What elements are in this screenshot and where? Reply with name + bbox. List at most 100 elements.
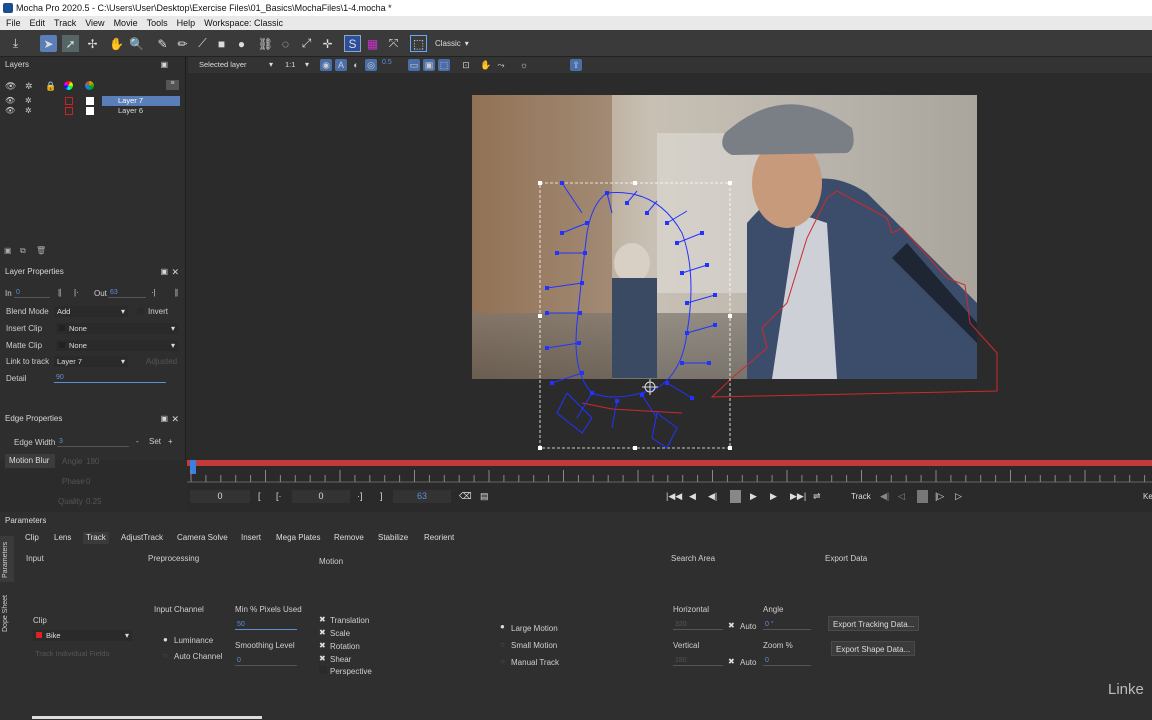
tab-lens[interactable]: Lens <box>51 532 74 544</box>
motion-blur-toggle[interactable]: Motion Blur <box>5 454 55 468</box>
pin-icon[interactable]: ▣ <box>160 265 168 279</box>
large-motion-radio[interactable]: ● <box>500 622 505 631</box>
angle-field[interactable]: 0 ° <box>763 620 811 630</box>
add-layer-icon[interactable]: ▣ <box>4 246 12 255</box>
ellipse-icon[interactable]: ● <box>233 35 250 52</box>
in-field[interactable]: 0 <box>14 288 50 298</box>
step-back-icon[interactable]: ◀| <box>708 490 717 503</box>
workspace-dropdown[interactable]: Classic ▾ <box>435 35 477 52</box>
tab-insert[interactable]: Insert <box>238 532 264 544</box>
tab-mega-plates[interactable]: Mega Plates <box>273 532 323 544</box>
set-in-icon[interactable]: |⎸ <box>58 288 68 298</box>
track-back-one-icon[interactable]: ◁ <box>898 490 905 503</box>
blend-mode-dropdown[interactable]: Add <box>54 306 128 317</box>
menu-edit[interactable]: Edit <box>30 16 46 30</box>
zoom-field[interactable]: 0 <box>763 656 811 666</box>
trash-icon[interactable]: ⌫ <box>459 490 472 503</box>
select-points-icon[interactable]: ➚ <box>62 35 79 52</box>
rotation-checkbox[interactable]: ✖ <box>319 641 326 650</box>
smoothing-field[interactable]: 0 <box>235 656 297 666</box>
in-frame-field[interactable]: 0 <box>292 490 350 503</box>
film-icon[interactable]: ▤ <box>480 490 489 503</box>
save-icon[interactable]: ⤓ <box>7 35 24 52</box>
layer-matte-icon[interactable] <box>65 97 73 105</box>
phase-value[interactable]: 0 <box>86 477 90 486</box>
tab-adjusttrack[interactable]: AdjustTrack <box>118 532 166 544</box>
goto-in-icon[interactable]: |· <box>74 288 79 297</box>
layer-menu-icon[interactable]: ≡ <box>166 80 179 90</box>
min-pixels-field[interactable]: 50 <box>235 620 297 630</box>
lock-icon[interactable]: 🔒 <box>45 81 56 92</box>
perspective-checkbox[interactable] <box>319 666 327 674</box>
current-frame-field[interactable]: 0 <box>190 490 250 503</box>
out-frame-field[interactable]: 63 <box>393 490 451 503</box>
track-backwards-icon[interactable]: ◀| <box>880 490 889 503</box>
layer-track-icon[interactable]: ✲ <box>25 96 32 105</box>
export-shape-data-button[interactable]: Export Shape Data... <box>831 641 916 656</box>
shear-checkbox[interactable]: ✖ <box>319 654 326 663</box>
tab-reorient[interactable]: Reorient <box>421 532 457 544</box>
goto-end-icon[interactable]: ▶▶| <box>790 490 806 503</box>
link-to-track-dropdown[interactable]: Layer 7 <box>54 356 128 367</box>
menu-help[interactable]: Help <box>177 16 196 30</box>
duplicate-layer-icon[interactable]: ⧉ <box>20 246 26 256</box>
invert-checkbox[interactable] <box>137 308 144 315</box>
track-individual-fields[interactable]: Track Individual Fields <box>35 649 109 658</box>
add-edge-icon[interactable]: ⟋ <box>194 35 211 52</box>
close-icon[interactable]: ✕ <box>171 412 179 426</box>
menu-track[interactable]: Track <box>54 16 76 30</box>
rgb-icon[interactable]: ◉ <box>320 59 332 71</box>
grid-icon[interactable]: ▦ <box>364 35 381 52</box>
view-mode-dropdown[interactable]: Selected layer <box>196 59 276 70</box>
bspline-pen-icon[interactable]: ✎ <box>154 35 171 52</box>
snapshot-icon[interactable]: ⇪ <box>570 59 582 71</box>
prev-frame-icon[interactable]: ◀ <box>689 490 696 503</box>
pin-icon[interactable]: ▣ <box>160 412 168 426</box>
detail-field[interactable]: 90 <box>54 373 166 383</box>
mattes-icon[interactable]: ◎ <box>365 59 377 71</box>
layer-row[interactable]: 👁 ✲ Layer 7 <box>0 96 182 106</box>
layer-track-icon[interactable]: ✲ <box>25 106 32 115</box>
delete-layer-icon[interactable]: 🗑 <box>36 246 46 255</box>
stop-icon[interactable] <box>730 490 741 503</box>
transform-icon[interactable]: ⤢ <box>298 35 315 52</box>
show-planar-icon[interactable]: ⬚ <box>438 59 450 71</box>
adjusted-label[interactable]: Adjusted <box>146 357 177 366</box>
clip-dropdown[interactable]: Bike <box>33 630 132 641</box>
goto-start-icon[interactable]: |◀◀ <box>666 490 682 503</box>
zoom-dropdown[interactable]: 1:1 <box>282 59 312 70</box>
horizontal-auto-checkbox[interactable]: ✖ <box>728 621 735 630</box>
menu-view[interactable]: View <box>85 16 104 30</box>
matte-clip-dropdown[interactable]: None <box>56 340 178 351</box>
insert-clip-dropdown[interactable]: None <box>56 323 178 334</box>
matte-color-icon[interactable] <box>64 81 73 90</box>
edge-width-field[interactable]: 3 <box>57 437 129 447</box>
menu-workspace[interactable]: Workspace: Classic <box>204 16 283 30</box>
goto-out-point-icon[interactable]: ·] <box>357 490 363 503</box>
layer-matte-icon[interactable] <box>65 107 73 115</box>
luminance-radio[interactable]: ● <box>163 635 168 644</box>
next-frame-icon[interactable]: ▶ <box>770 490 777 503</box>
quality-value[interactable]: 0.25 <box>86 497 102 506</box>
scale-checkbox[interactable]: ✖ <box>319 628 326 637</box>
overlay-icon[interactable]: ◐ <box>350 59 362 71</box>
opacity-value[interactable]: 0.5 <box>382 59 392 66</box>
layer-color-swatch[interactable] <box>86 107 94 115</box>
menu-movie[interactable]: Movie <box>114 16 138 30</box>
timeline-ruler[interactable] <box>187 466 1152 484</box>
edge-width-set-button[interactable]: Set <box>149 437 161 446</box>
tab-remove[interactable]: Remove <box>331 532 367 544</box>
layer-visibility-icon[interactable]: 👁 <box>5 106 15 115</box>
layer-row[interactable]: 👁 ✲ Layer 6 <box>0 106 182 116</box>
layer-name[interactable]: Layer 7 <box>102 96 180 106</box>
menu-file[interactable]: File <box>6 16 21 30</box>
manual-track-radio[interactable]: ○ <box>500 657 505 666</box>
xspline-pen-icon[interactable]: ✏ <box>174 35 191 52</box>
color-icon[interactable] <box>85 81 94 90</box>
angle-value[interactable]: 180 <box>86 457 99 466</box>
frame-icon[interactable]: ⬚ <box>410 35 427 52</box>
link-icon[interactable]: ⛓ <box>257 35 274 52</box>
edge-width-increase[interactable]: + <box>168 437 173 446</box>
viewer-canvas[interactable] <box>187 73 1152 461</box>
fit-icon[interactable]: ⤧ <box>385 35 402 52</box>
